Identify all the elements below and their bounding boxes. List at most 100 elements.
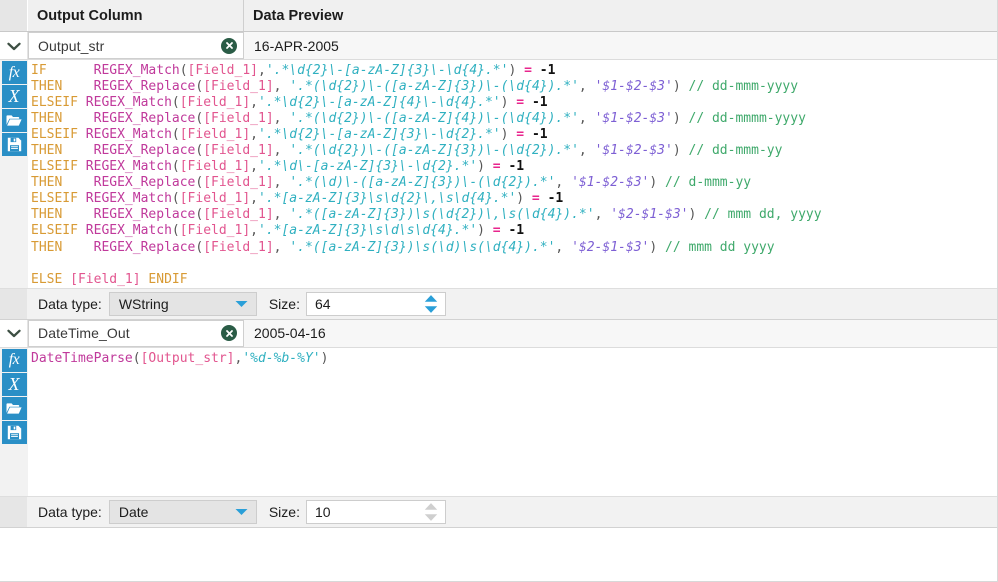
code-token: DateTimeParse: [31, 350, 133, 366]
code-token: [Field_1]: [187, 63, 258, 78]
code-token: '$2-$1-$3': [571, 239, 650, 255]
size-label-2: Size:: [268, 503, 300, 520]
code-token: THEN: [31, 175, 94, 191]
code-token: // mmm dd yyyy: [665, 239, 775, 255]
data-type-value-2: Date: [118, 503, 149, 520]
code-token: REGEX_Match: [85, 95, 172, 111]
code-line: ELSEIF REGEX_Match([Field_1],'.*\d\-[a-z…: [31, 159, 997, 175]
code-token: '$1-$2-$3': [594, 79, 673, 95]
output-column-row-2: DateTime_Out 2005-04-16: [0, 319, 997, 348]
code-token: (: [171, 127, 180, 143]
data-type-row-1: Data type: WString Size: 64: [0, 287, 997, 320]
code-token: -1: [531, 127, 548, 143]
output-column-name-field-2[interactable]: DateTime_Out: [28, 319, 244, 347]
code-token: // d-mmm-yy: [665, 175, 752, 191]
code-token: [Field_1]: [203, 239, 274, 255]
code-token: '$1-$2-$3': [594, 143, 673, 159]
save-expression-button-2[interactable]: [1, 420, 27, 444]
code-token: ELSEIF: [31, 191, 86, 207]
code-token: (: [171, 223, 180, 239]
open-expression-button-1[interactable]: [1, 109, 27, 132]
code-token: ,: [578, 111, 595, 127]
size-stepper-1[interactable]: [424, 294, 438, 313]
data-type-select-2[interactable]: Date: [108, 499, 257, 524]
formula-code-1[interactable]: IF REGEX_Match([Field_1],'.*\d{2}\-[a-zA…: [28, 60, 997, 288]
output-column-name-1: Output_str: [38, 37, 105, 54]
code-token: '.*[a-zA-Z]{3}\s\d\s\d{4}.*': [258, 223, 478, 239]
output-column-name-2: DateTime_Out: [38, 325, 130, 342]
code-token: ELSEIF: [31, 95, 86, 111]
code-token: ,: [273, 207, 290, 223]
insert-variable-button-2[interactable]: X: [1, 372, 27, 396]
code-token: '.*(\d{2})\-([a-zA-Z]{4})\-(\d{4}).*': [289, 111, 579, 127]
code-token: REGEX_Replace: [93, 143, 196, 159]
fx-icon: fx: [8, 63, 20, 81]
data-preview-value-2: 2005-04-16: [244, 319, 997, 347]
code-line: IF REGEX_Match([Field_1],'.*\d{2}\-[a-zA…: [31, 63, 997, 79]
code-token: '$1-$2-$3': [594, 111, 673, 127]
code-token: [Field_1]: [203, 175, 274, 191]
expand-toggle-1[interactable]: [0, 32, 28, 59]
variable-x-icon: X: [8, 373, 20, 394]
code-line: ELSEIF REGEX_Match([Field_1],'.*\d{2}\-[…: [31, 127, 997, 143]
size-input-1[interactable]: 64: [305, 291, 446, 316]
code-token: ,: [258, 63, 266, 78]
variable-x-icon: X: [8, 86, 20, 106]
size-value-2: 10: [314, 503, 331, 520]
code-line: ELSEIF REGEX_Match([Field_1],'.*[a-zA-Z]…: [31, 191, 997, 207]
open-expression-button-2[interactable]: [1, 396, 27, 420]
code-token: ): [320, 350, 329, 366]
fx-icon: fx: [8, 351, 20, 369]
expand-toggle-2[interactable]: [0, 319, 28, 347]
code-token: ,: [250, 95, 258, 111]
code-token: (: [132, 350, 141, 366]
code-token: ,: [555, 239, 572, 255]
code-token: REGEX_Replace: [93, 175, 196, 191]
open-folder-icon: [6, 402, 22, 415]
code-token: ): [477, 159, 485, 175]
output-column-name-field-1[interactable]: Output_str: [28, 32, 244, 59]
code-token: REGEX_Match: [93, 63, 180, 78]
code-token: [Field_1]: [203, 207, 274, 223]
data-type-select-1[interactable]: WString: [108, 291, 257, 316]
column-header-data-preview: Data Preview: [244, 0, 997, 31]
code-token: =: [508, 127, 532, 143]
code-token: THEN: [31, 111, 94, 127]
formula-tool-config-panel: Output Column Data Preview Output_str 16…: [0, 0, 998, 582]
code-token: REGEX_Replace: [93, 79, 196, 95]
code-token: ,: [273, 111, 290, 127]
code-token: -1: [508, 159, 525, 175]
save-expression-button-1[interactable]: [1, 133, 27, 156]
formula-code-2[interactable]: DateTimeParse([Output_str],'%d-%b-%Y'): [28, 347, 997, 496]
code-token: ,: [250, 223, 258, 239]
code-token: // dd-mmm-yy: [688, 143, 783, 159]
insert-variable-button-1[interactable]: X: [1, 85, 27, 108]
stepper-up-icon: [424, 502, 438, 510]
clear-circle-icon[interactable]: [221, 325, 237, 342]
chevron-down-icon: [235, 295, 248, 313]
code-token: ,: [250, 127, 258, 143]
code-token: ELSE: [31, 271, 71, 287]
data-preview-value-1: 16-APR-2005: [244, 32, 997, 59]
code-token: '.*([a-zA-Z]{3})\s(\d{2})\,\s(\d{4}).*': [289, 207, 595, 223]
floppy-disk-icon: [7, 137, 22, 152]
code-token: (: [171, 95, 180, 111]
data-type-gutter-2: [0, 496, 28, 527]
clear-circle-icon[interactable]: [221, 37, 237, 54]
code-token: (: [171, 159, 180, 175]
code-line: DateTimeParse([Output_str],'%d-%b-%Y'): [31, 351, 997, 367]
output-column-block-1: Output_str 16-APR-2005 fx X IF REGEX_Mat…: [0, 32, 997, 320]
code-token: ELSEIF: [31, 159, 86, 175]
insert-function-button-2[interactable]: fx: [1, 348, 27, 372]
code-line: ELSE [Field_1] ENDIF: [31, 272, 997, 288]
code-token: [Field_1]: [179, 191, 251, 207]
size-input-2[interactable]: 10: [305, 499, 446, 524]
output-column-row-1: Output_str 16-APR-2005: [0, 32, 997, 60]
code-token: ,: [578, 79, 595, 95]
code-token: // mmm dd, yyyy: [704, 207, 822, 223]
code-token: [Field_1]: [203, 79, 274, 95]
editor-toolbar-1: fx X: [0, 60, 28, 288]
insert-function-button-1[interactable]: fx: [1, 61, 27, 84]
editor-toolbar-2: fx X: [0, 347, 28, 496]
